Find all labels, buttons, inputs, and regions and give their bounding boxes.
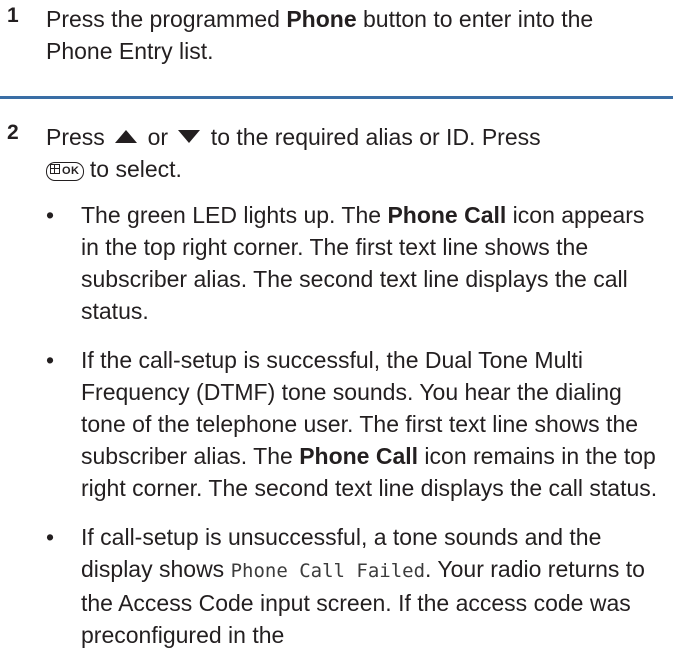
step-2-instruction: Press or to the required alias or ID. Pr… <box>46 121 659 185</box>
phone-call-label: Phone Call <box>299 443 419 469</box>
ok-key-label: OK <box>62 165 80 177</box>
step-2: 2 Press or to the required alias or ID. … <box>0 121 673 668</box>
menu-ok-key-icon: OK <box>46 162 84 181</box>
list-item: • If call-setup is unsuccessful, a tone … <box>46 521 659 651</box>
bullet-icon: • <box>46 524 55 550</box>
step-1: 1 Press the programmed Phone button to e… <box>0 0 673 67</box>
section-divider <box>0 96 673 99</box>
list-item: • If the call-setup is successful, the D… <box>46 344 659 504</box>
display-message: Phone Call Failed <box>230 560 426 582</box>
bullet-icon: • <box>46 347 55 373</box>
menu-grid-icon <box>50 164 60 174</box>
list-item: • The green LED lights up. The Phone Cal… <box>46 199 659 327</box>
or-text: or <box>141 124 175 150</box>
press-text: Press <box>46 124 112 150</box>
step-number: 1 <box>7 4 19 27</box>
phone-call-label: Phone Call <box>387 202 507 228</box>
instruction-text: to the required alias or ID. Press <box>204 124 541 150</box>
result-list: • The green LED lights up. The Phone Cal… <box>46 199 659 651</box>
arrow-down-icon <box>178 130 201 143</box>
bullet-text: The green LED lights up. The <box>81 202 388 228</box>
step-text-before: Press the programmed <box>46 6 287 32</box>
step-number: 2 <box>7 121 19 144</box>
arrow-up-icon <box>115 130 138 143</box>
bullet-icon: • <box>46 202 55 228</box>
select-text: to select. <box>83 156 182 182</box>
phone-button-label: Phone <box>286 6 357 32</box>
